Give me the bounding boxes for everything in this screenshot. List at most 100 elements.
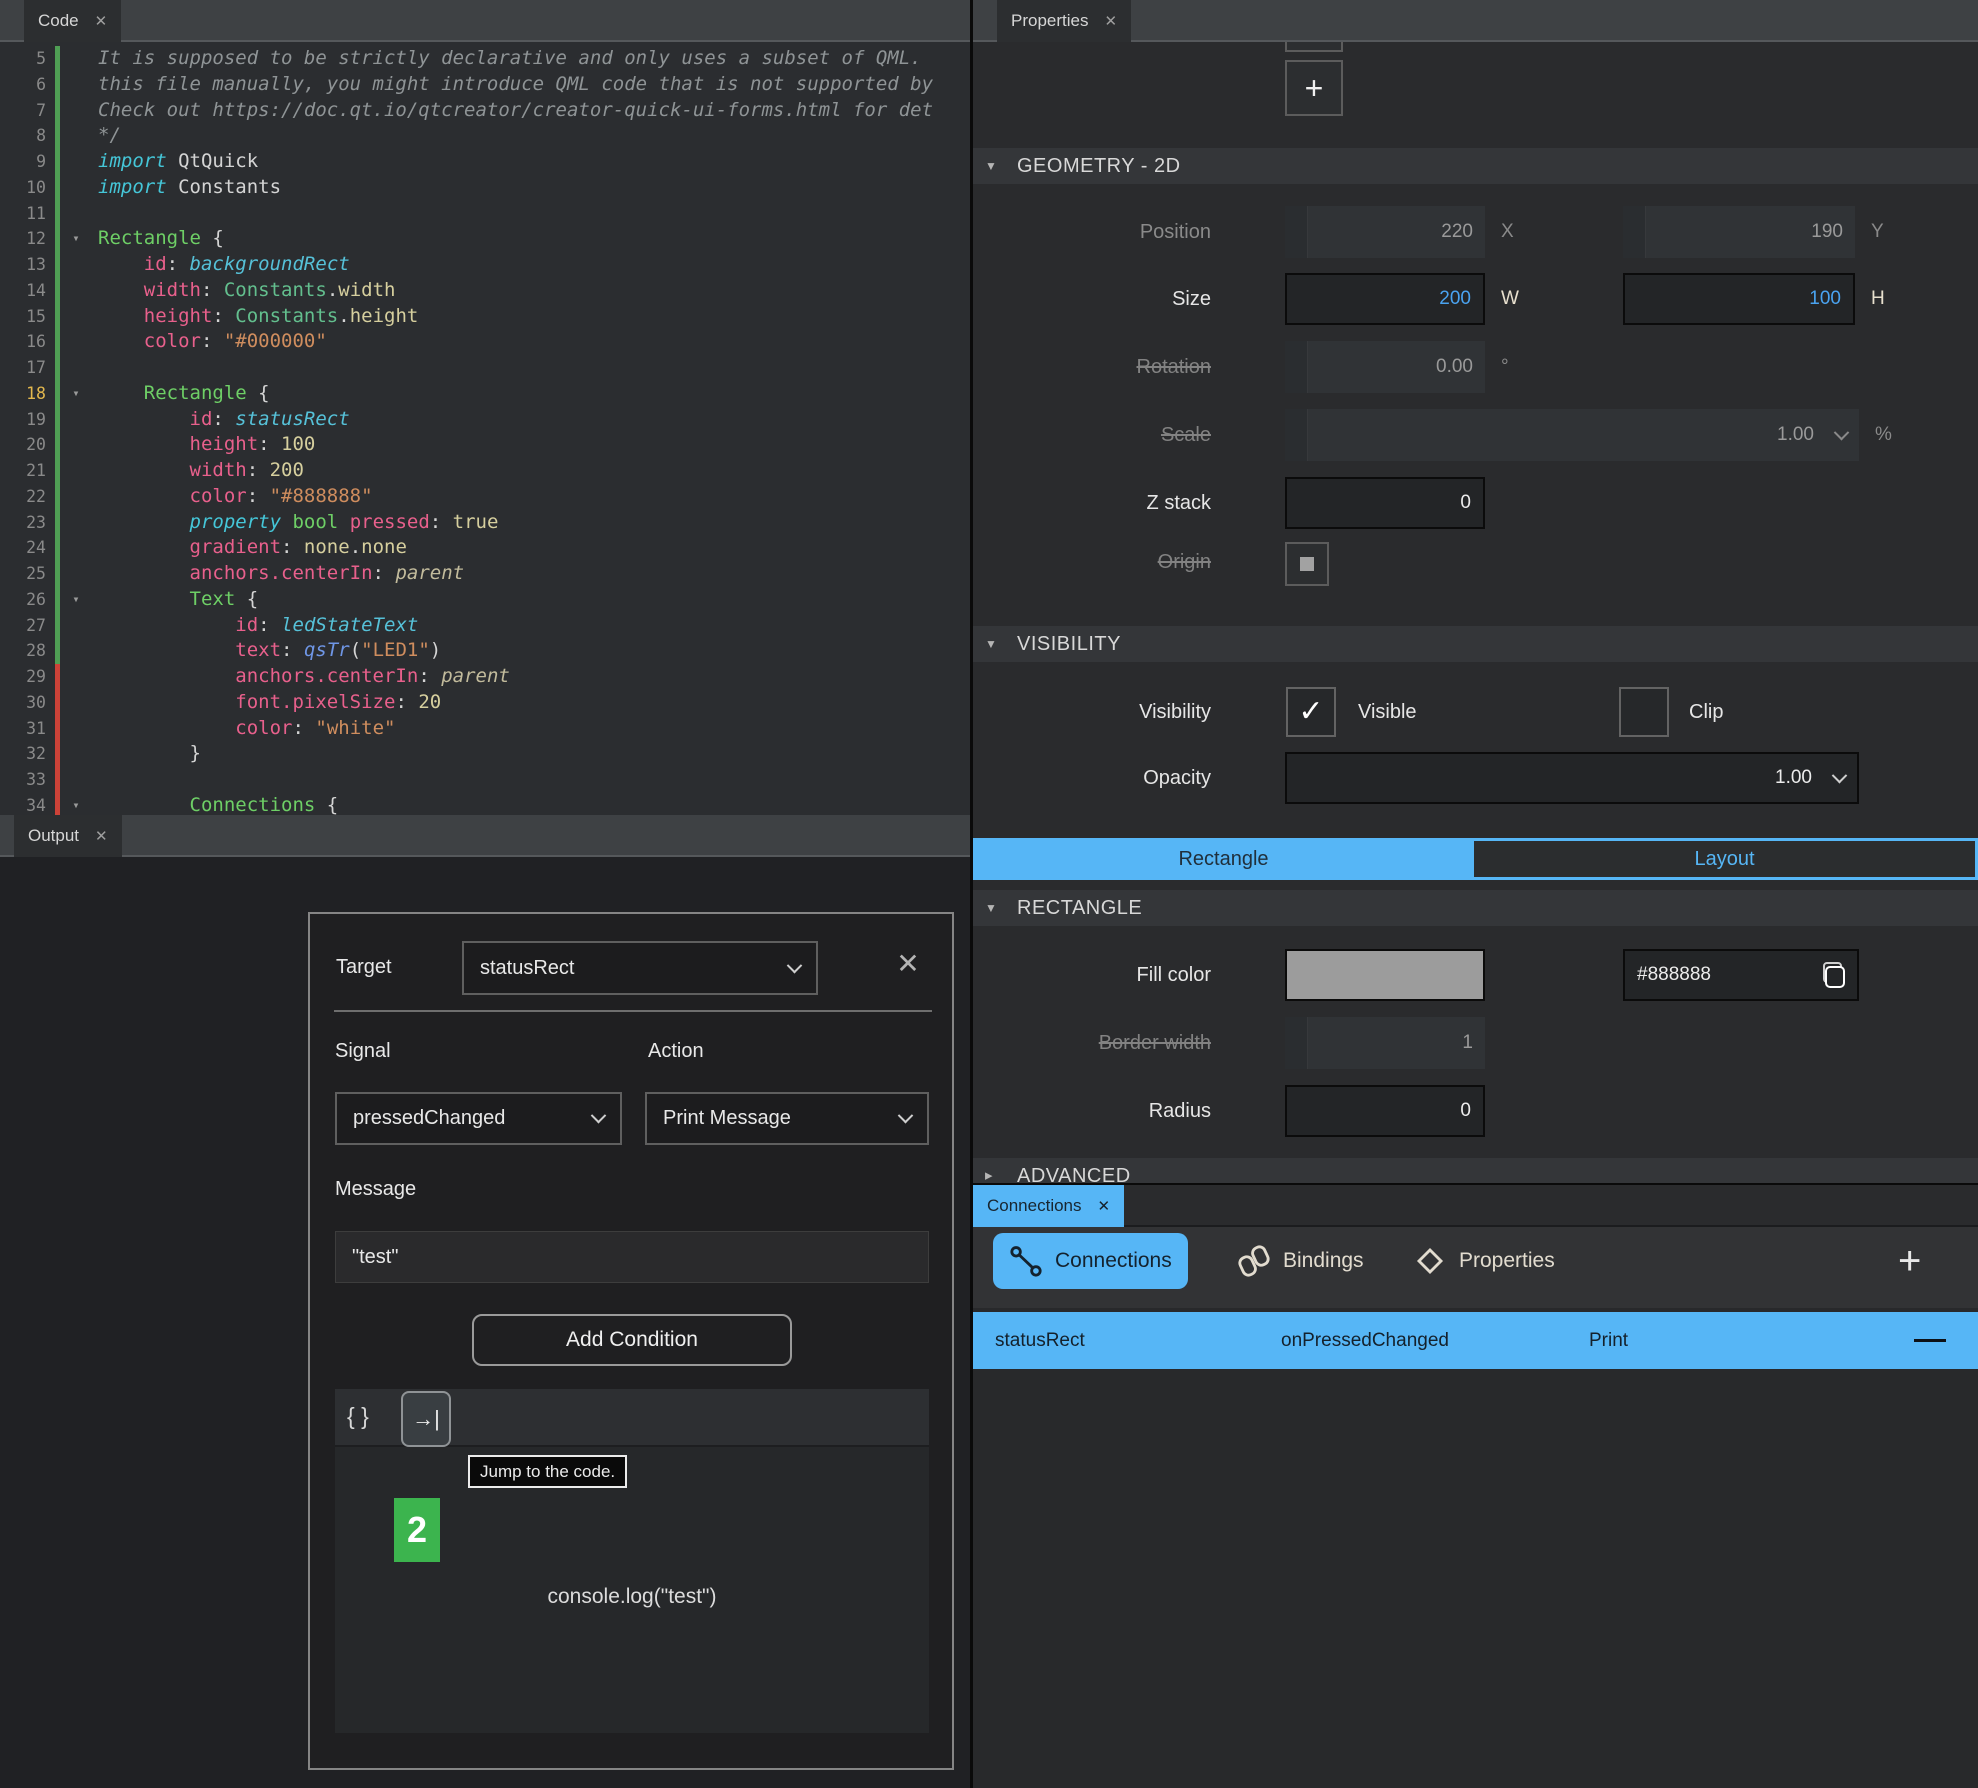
close-icon[interactable]: ✕ (1104, 13, 1117, 30)
code-line[interactable]: 16 color: "#000000" (0, 329, 970, 355)
fold-gutter (60, 278, 92, 304)
code-line[interactable]: 12▾Rectangle { (0, 226, 970, 252)
code-line[interactable]: 10import Constants (0, 175, 970, 201)
bindings-view-button[interactable]: Bindings (1221, 1233, 1380, 1289)
close-icon[interactable]: ✕ (888, 944, 928, 984)
tab-output[interactable]: Output✕ (14, 815, 122, 857)
clip-checkbox[interactable] (1619, 687, 1669, 737)
code-line[interactable]: 6this file manually, you might introduce… (0, 72, 970, 98)
code-line[interactable]: 21 width: 200 (0, 458, 970, 484)
code-line[interactable]: 9import QtQuick (0, 149, 970, 175)
fill-color-hex-field[interactable]: #888888 (1623, 949, 1859, 1001)
radius-field[interactable]: 0 (1285, 1085, 1485, 1137)
rotation-field: 0.00 (1285, 341, 1485, 393)
jump-to-code-button[interactable]: →| (401, 1391, 451, 1447)
code-line[interactable]: 11 (0, 201, 970, 227)
code-line[interactable]: 28 text: qsTr("LED1") (0, 638, 970, 664)
zstack-field[interactable]: 0 (1285, 477, 1485, 529)
fold-gutter (60, 304, 92, 330)
tab-code[interactable]: Code ✕ (24, 0, 121, 42)
code-line[interactable]: 14 width: Constants.width (0, 278, 970, 304)
size-w-field[interactable]: 200 (1285, 273, 1485, 325)
copy-icon[interactable] (1823, 962, 1845, 988)
origin-center-icon (1300, 557, 1314, 571)
diamond-icon (1413, 1244, 1447, 1278)
fold-gutter (60, 716, 92, 742)
connection-signal: onPressedChanged (1281, 1312, 1449, 1369)
signal-dropdown[interactable]: pressedChanged (335, 1092, 622, 1145)
section-geometry-2d[interactable]: GEOMETRY - 2D (973, 148, 1978, 184)
code-line[interactable]: 17 (0, 355, 970, 381)
tab-connections[interactable]: Connections✕ (973, 1185, 1124, 1227)
size-h-field[interactable]: 100 (1623, 273, 1855, 325)
opacity-field[interactable]: 1.00 (1285, 752, 1859, 804)
code-line[interactable]: 13 id: backgroundRect (0, 252, 970, 278)
connection-editor-dialog: Target statusRect ✕ Signal Action presse… (308, 912, 954, 1770)
fold-gutter (60, 535, 92, 561)
tab-rectangle[interactable]: Rectangle (973, 838, 1474, 880)
code-line[interactable]: 26▾ Text { (0, 587, 970, 613)
code-line[interactable]: 32 } (0, 741, 970, 767)
tab-layout[interactable]: Layout (1474, 841, 1975, 877)
plus-icon: + (1898, 1243, 1921, 1279)
remove-connection-icon[interactable] (1914, 1339, 1946, 1342)
fold-arrow-icon[interactable]: ▾ (60, 793, 92, 815)
code-line[interactable]: 7Check out https://doc.qt.io/qtcreator/c… (0, 98, 970, 124)
section-visibility[interactable]: VISIBILITY (973, 626, 1978, 662)
add-condition-button[interactable]: Add Condition (472, 1314, 792, 1366)
add-item-button[interactable]: + (1285, 60, 1343, 116)
add-connection-button[interactable]: + (1898, 1233, 1921, 1289)
fold-arrow-icon[interactable]: ▾ (60, 226, 92, 252)
fill-color-swatch[interactable] (1285, 949, 1485, 1001)
origin-button[interactable] (1285, 542, 1329, 586)
code-line[interactable]: 31 color: "white" (0, 716, 970, 742)
connection-icon (1009, 1244, 1043, 1278)
action-dropdown[interactable]: Print Message (645, 1092, 929, 1145)
close-icon[interactable]: ✕ (1098, 1198, 1111, 1215)
connections-view-button[interactable]: Connections (993, 1233, 1188, 1289)
signal-label: Signal (335, 1040, 391, 1063)
section-rectangle[interactable]: RECTANGLE (973, 890, 1978, 926)
code-editor[interactable]: 5It is supposed to be strictly declarati… (0, 42, 970, 815)
fold-arrow-icon[interactable]: ▾ (60, 587, 92, 613)
tab-code-label: Code (38, 11, 79, 30)
code-line[interactable]: 34▾ Connections { (0, 793, 970, 815)
fold-gutter (60, 767, 92, 793)
tab-properties[interactable]: Properties ✕ (997, 0, 1131, 42)
connection-target: statusRect (995, 1312, 1085, 1369)
code-line[interactable]: 29 anchors.centerIn: parent (0, 664, 970, 690)
connection-row[interactable]: statusRect onPressedChanged Print (973, 1312, 1978, 1369)
code-line[interactable]: 20 height: 100 (0, 432, 970, 458)
fold-gutter (60, 149, 92, 175)
chevron-down-icon (591, 1108, 607, 1124)
divider (334, 1010, 932, 1012)
size-label: Size (973, 273, 1211, 325)
code-line[interactable]: 19 id: statusRect (0, 407, 970, 433)
code-line[interactable]: 22 color: "#888888" (0, 484, 970, 510)
fold-gutter (60, 510, 92, 536)
clip-label: Clip (1689, 687, 1723, 737)
code-line[interactable]: 5It is supposed to be strictly declarati… (0, 46, 970, 72)
section-advanced[interactable]: ADVANCED (973, 1158, 1978, 1183)
code-line[interactable]: 25 anchors.centerIn: parent (0, 561, 970, 587)
fold-gutter (60, 690, 92, 716)
code-line[interactable]: 33 (0, 767, 970, 793)
visible-checkbox[interactable]: ✓ (1286, 687, 1336, 737)
close-icon[interactable]: ✕ (95, 13, 108, 30)
braces-icon[interactable]: { } (347, 1403, 369, 1430)
unit-w: W (1501, 273, 1519, 325)
code-line[interactable]: 18▾ Rectangle { (0, 381, 970, 407)
properties-view-button[interactable]: Properties (1397, 1233, 1571, 1289)
code-line[interactable]: 15 height: Constants.height (0, 304, 970, 330)
code-line[interactable]: 30 font.pixelSize: 20 (0, 690, 970, 716)
fold-arrow-icon[interactable]: ▾ (60, 381, 92, 407)
target-dropdown[interactable]: statusRect (462, 941, 818, 995)
message-input[interactable]: "test" (335, 1231, 929, 1283)
code-line[interactable]: 27 id: ledStateText (0, 613, 970, 639)
code-line[interactable]: 24 gradient: none.none (0, 535, 970, 561)
code-preview-line[interactable]: console.log("test") (335, 1585, 929, 1609)
code-line[interactable]: 23 property bool pressed: true (0, 510, 970, 536)
tab-properties-label: Properties (1011, 11, 1088, 30)
close-icon[interactable]: ✕ (95, 828, 108, 845)
code-line[interactable]: 8*/ (0, 123, 970, 149)
